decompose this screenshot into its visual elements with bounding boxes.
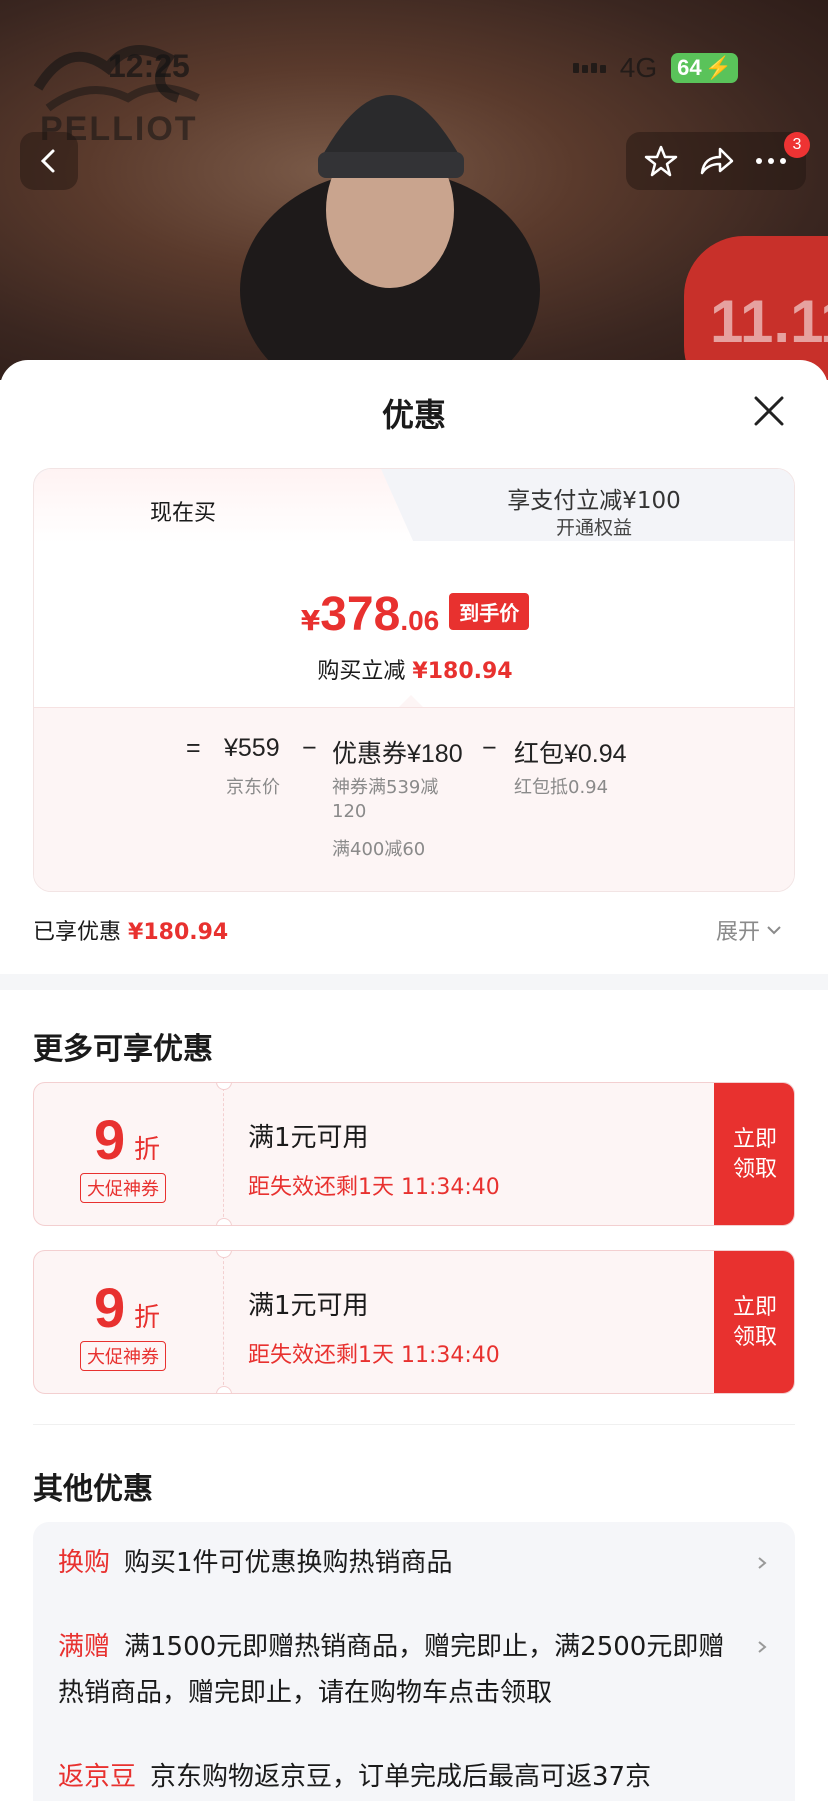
claim-label-1: 立即	[732, 1295, 777, 1320]
offer-text: 京东购物返京豆，订单完成后最高可返37京	[150, 1762, 652, 1792]
expand-button[interactable]: 展开	[716, 914, 782, 946]
other-offers-title: 其他优惠	[33, 1472, 153, 1507]
status-icons: 4G 64 ⚡	[572, 52, 738, 84]
offer-tag: 满赠	[58, 1632, 111, 1662]
jd-price-label: 京东价	[226, 777, 280, 798]
claim-label-2: 领取	[732, 1157, 777, 1182]
tab-pay-discount[interactable]: 享支付立减¥100	[444, 481, 744, 515]
final-price-tag: 到手价	[449, 593, 530, 630]
reduction-label: 购买立减	[317, 659, 406, 684]
price-currency: ¥	[300, 604, 321, 637]
star-favorite-icon[interactable]	[644, 144, 678, 178]
enjoyed-value: ¥180.94	[128, 920, 229, 945]
coupon-discount-unit: 折	[134, 1303, 161, 1333]
share-icon[interactable]	[698, 145, 734, 177]
claim-label-2: 领取	[732, 1325, 777, 1350]
final-price: ¥ 378 .06 到手价	[34, 587, 794, 642]
offer-text: 购买1件可优惠换购热销商品	[124, 1548, 453, 1578]
reduction-value: ¥180.94	[412, 659, 513, 684]
chevron-left-icon	[40, 149, 55, 173]
chevron-down-icon	[767, 926, 781, 935]
tab-buy-now-label: 现在买	[150, 501, 217, 526]
coupon-timer: 距失效还剩1天 11:34:40	[248, 1175, 500, 1200]
product-hero-image: PELLIOT 12:25 4G 64⚡ 3 11.11	[0, 0, 828, 380]
coupon-note: 神券满539减120	[332, 777, 439, 822]
more-icon[interactable]	[754, 156, 788, 166]
offer-item-trade-in[interactable]: 换购 购买1件可优惠换购热销商品	[58, 1540, 738, 1586]
price-integer: 378	[320, 588, 401, 641]
more-offers-title: 更多可享优惠	[33, 1032, 213, 1067]
red-packet-note: 红包抵0.94	[514, 777, 609, 798]
network-type: 4G	[619, 52, 658, 83]
price-breakdown: = ¥559 京东价 − 优惠券¥180 神券满539减120 满400减60 …	[34, 707, 794, 891]
expand-label: 展开	[716, 920, 761, 945]
chevron-right-icon	[758, 1557, 767, 1569]
enjoyed-label: 已享优惠	[33, 920, 122, 945]
battery-icon: 64 ⚡	[671, 53, 738, 83]
coupon-tag: 大促神券	[80, 1173, 166, 1203]
enjoyed-discount: 已享优惠 ¥180.94	[33, 914, 228, 946]
minus-sign: −	[482, 734, 497, 762]
chevron-right-icon	[758, 1641, 767, 1653]
back-button[interactable]	[20, 132, 78, 190]
offer-tag: 换购	[58, 1548, 111, 1578]
price-decimal: .06	[400, 605, 440, 636]
promo-badge: 11.11	[684, 236, 828, 380]
coupon-card: 9 折 大促神券 满1元可用 距失效还剩1天 11:34:40 立即领取	[33, 1082, 795, 1226]
other-offers-list: 换购 购买1件可优惠换购热销商品 满赠 满1500元即赠热销商品，赠完即止，满250…	[33, 1522, 795, 1801]
coupon-discount: 9	[94, 1276, 126, 1339]
status-time: 12:25	[108, 48, 190, 84]
close-icon[interactable]	[752, 394, 786, 428]
red-packet-amount: 红包¥0.94	[514, 740, 627, 768]
coupon-discount-unit: 折	[134, 1135, 161, 1165]
promo-label: 11.11	[710, 287, 828, 355]
offer-text: 满1500元即赠热销商品，赠完即止，满2500元即赠热销商品，赠完即止，请在购物…	[58, 1632, 725, 1708]
top-action-bar	[626, 132, 806, 190]
discount-sheet: 优惠 现在买 享支付立减¥100 开通权益 ¥ 378 .06 到手价 购买立减…	[0, 360, 828, 1801]
coupon-timer: 距失效还剩1天 11:34:40	[248, 1343, 500, 1368]
offer-item-jd-beans[interactable]: 返京豆 京东购物返京豆，订单完成后最高可返37京	[58, 1754, 738, 1800]
claim-coupon-button[interactable]: 立即 领取	[714, 1251, 794, 1393]
coupon-discount: 9	[94, 1108, 126, 1171]
coupon-card: 9 折 大促神券 满1元可用 距失效还剩1天 11:34:40 立即领取	[33, 1250, 795, 1394]
coupon-condition: 满1元可用	[248, 1123, 369, 1153]
divider	[33, 1424, 795, 1425]
coupon-condition: 满1元可用	[248, 1291, 369, 1321]
sheet-title: 优惠	[381, 396, 446, 434]
notification-badge: 3	[784, 132, 810, 158]
equals-sign: =	[186, 734, 201, 762]
price-card: 现在买 享支付立减¥100 开通权益 ¥ 378 .06 到手价 购买立减 ¥1…	[33, 468, 795, 892]
offer-item-gift[interactable]: 满赠 满1500元即赠热销商品，赠完即止，满2500元即赠热销商品，赠完即止，请在…	[58, 1624, 738, 1716]
jd-price: ¥559	[224, 734, 280, 762]
tab-pay-discount-sub: 开通权益	[555, 517, 632, 539]
instant-reduction: 购买立减 ¥180.94	[34, 653, 794, 685]
claim-label-1: 立即	[732, 1127, 777, 1152]
offer-tag: 返京豆	[58, 1762, 137, 1792]
product-photo	[240, 95, 540, 380]
section-divider	[0, 974, 828, 990]
claim-coupon-button[interactable]: 立即 领取	[714, 1083, 794, 1225]
battery-level: 64	[677, 55, 702, 80]
coupon-tag: 大促神券	[80, 1341, 166, 1371]
coupon-note-2: 满400减60	[332, 839, 426, 860]
coupon-amount: 优惠券¥180	[332, 740, 463, 768]
minus-sign: −	[302, 734, 317, 762]
signal-icon	[572, 63, 606, 73]
